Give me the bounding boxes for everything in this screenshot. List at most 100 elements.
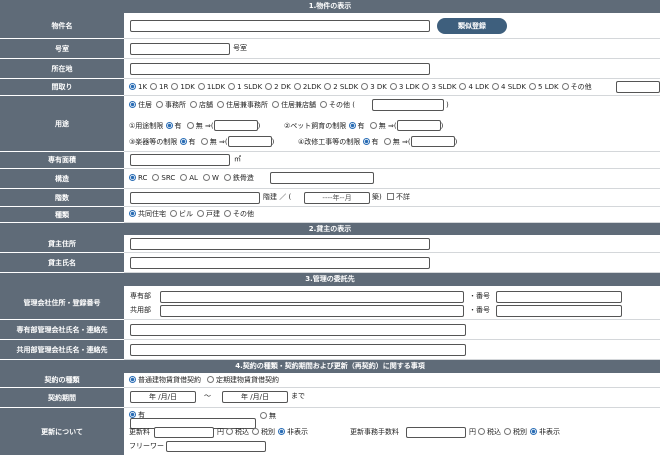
renewal-fee-tax-radio[interactable] [252,428,259,435]
unknown-checkbox[interactable] [387,193,394,200]
exclusive-number-input[interactable] [496,291,622,303]
layout-radio[interactable] [422,83,430,90]
structure-option[interactable]: AL [180,173,198,184]
layout-option[interactable]: 1DK [171,82,195,93]
renewal-yes-radio[interactable] [129,411,136,418]
usage-radio[interactable] [272,101,279,108]
structure-other-input[interactable] [270,172,374,184]
renewal-handling-tax-radio[interactable] [478,428,485,435]
layout-option[interactable]: 3 DK [361,82,387,93]
usage-option[interactable]: 住居兼事務所 [217,100,268,111]
structure-option[interactable]: RC [129,173,147,184]
layout-radio[interactable] [228,83,236,90]
type-option[interactable]: 戸建 [197,209,220,220]
property-name-input[interactable] [130,20,430,32]
layout-option[interactable]: 4 SLDK [492,82,526,93]
floor-area-input[interactable] [130,154,230,166]
structure-option[interactable]: W [202,173,219,184]
layout-option[interactable]: 3 LDK [389,82,419,93]
usage-option[interactable]: 事務所 [156,100,186,111]
layout-radio[interactable] [171,83,179,90]
layout-option[interactable]: 2LDK [293,82,321,93]
structure-radio[interactable] [152,174,160,181]
layout-radio[interactable] [389,83,397,90]
layout-radio[interactable] [561,83,569,90]
contract-type-option[interactable]: 定期建物賃貸借契約 [207,375,279,386]
renewal-fee-tax-radio[interactable] [226,428,233,435]
room-number-input[interactable] [130,43,230,55]
lessor-name-input[interactable] [130,257,430,269]
usage-radio[interactable] [129,101,136,108]
layout-radio[interactable] [265,83,273,90]
structure-radio[interactable] [180,174,188,181]
layout-option[interactable]: 1 SLDK [228,82,262,93]
usage-other-input[interactable] [372,99,444,111]
period-end-input[interactable]: 年 /月/日 [222,391,288,403]
renewal-fee-tax-option[interactable]: 税別 [252,427,275,438]
exclusive-address-input[interactable] [160,291,464,303]
common-number-input[interactable] [496,305,622,317]
type-radio[interactable] [197,210,204,217]
restriction-instrument-no-radio[interactable] [200,138,208,145]
usage-radio[interactable] [320,101,327,108]
restriction-pet-input[interactable] [396,120,441,131]
renewal-fee-tax-option[interactable]: 非表示 [278,427,308,438]
layout-radio[interactable] [529,83,537,90]
usage-radio[interactable] [217,101,224,108]
restriction-renovation-yes-radio[interactable] [362,138,370,145]
structure-option[interactable]: 鉄骨造 [223,173,254,184]
layout-radio[interactable] [150,83,158,90]
layout-option[interactable]: 2 SLDK [324,82,358,93]
layout-radio[interactable] [293,83,301,90]
usage-option[interactable]: 住居兼店舗 [272,100,316,111]
layout-option[interactable]: 1LDK [197,82,225,93]
renewal-fee-tax-option[interactable]: 税込 [226,427,249,438]
layout-radio[interactable] [197,83,205,90]
usage-radio[interactable] [190,101,197,108]
renewal-no-radio[interactable] [260,412,267,419]
usage-radio[interactable] [156,101,163,108]
restriction-pet-no-radio[interactable] [369,122,377,129]
type-option[interactable]: その他 [224,209,254,220]
restriction-renovation-input[interactable] [410,136,455,147]
common-manager-input[interactable] [130,344,466,356]
layout-option[interactable]: その他 [561,82,592,93]
renewal-fee-input[interactable] [154,427,214,438]
restriction-usage-input[interactable] [213,120,258,131]
layout-radio[interactable] [324,83,332,90]
restriction-pet-yes-radio[interactable] [348,122,356,129]
renewal-handling-input[interactable] [406,427,466,438]
type-radio[interactable] [129,210,136,217]
usage-option[interactable]: 住居 [129,100,152,111]
layout-radio[interactable] [129,83,136,90]
usage-option[interactable]: 店舗 [190,100,213,111]
lessor-address-input[interactable] [130,238,430,250]
structure-radio[interactable] [202,174,210,181]
renewal-handling-tax-radio[interactable] [504,428,511,435]
exclusive-manager-input[interactable] [130,324,466,336]
renewal-handling-tax-radio[interactable] [530,428,537,435]
layout-radio[interactable] [361,83,369,90]
layout-option[interactable]: 1K [129,82,147,93]
type-radio[interactable] [224,210,231,217]
contract-type-radio[interactable] [129,376,136,383]
restriction-usage-no-radio[interactable] [186,122,194,129]
similar-register-button[interactable]: 類似登録 [437,18,507,34]
restriction-instrument-yes-radio[interactable] [179,138,187,145]
type-option[interactable]: ビル [170,209,193,220]
layout-option[interactable]: 3 SLDK [422,82,456,93]
layout-option[interactable]: 5 LDK [529,82,559,93]
address-input[interactable] [130,63,430,75]
restriction-renovation-no-radio[interactable] [383,138,391,145]
layout-option[interactable]: 1R [150,82,168,93]
renewal-handling-tax-option[interactable]: 税込 [478,427,501,438]
type-option[interactable]: 共同住宅 [129,209,166,220]
common-address-input[interactable] [160,305,464,317]
restriction-usage-yes-radio[interactable] [165,122,173,129]
structure-radio[interactable] [129,174,136,181]
period-start-input[interactable]: 年 /月/日 [130,391,196,403]
renewal-handling-tax-option[interactable]: 税別 [504,427,527,438]
layout-radio[interactable] [492,83,500,90]
renewal-fee-tax-radio[interactable] [278,428,285,435]
layout-radio[interactable] [459,83,467,90]
